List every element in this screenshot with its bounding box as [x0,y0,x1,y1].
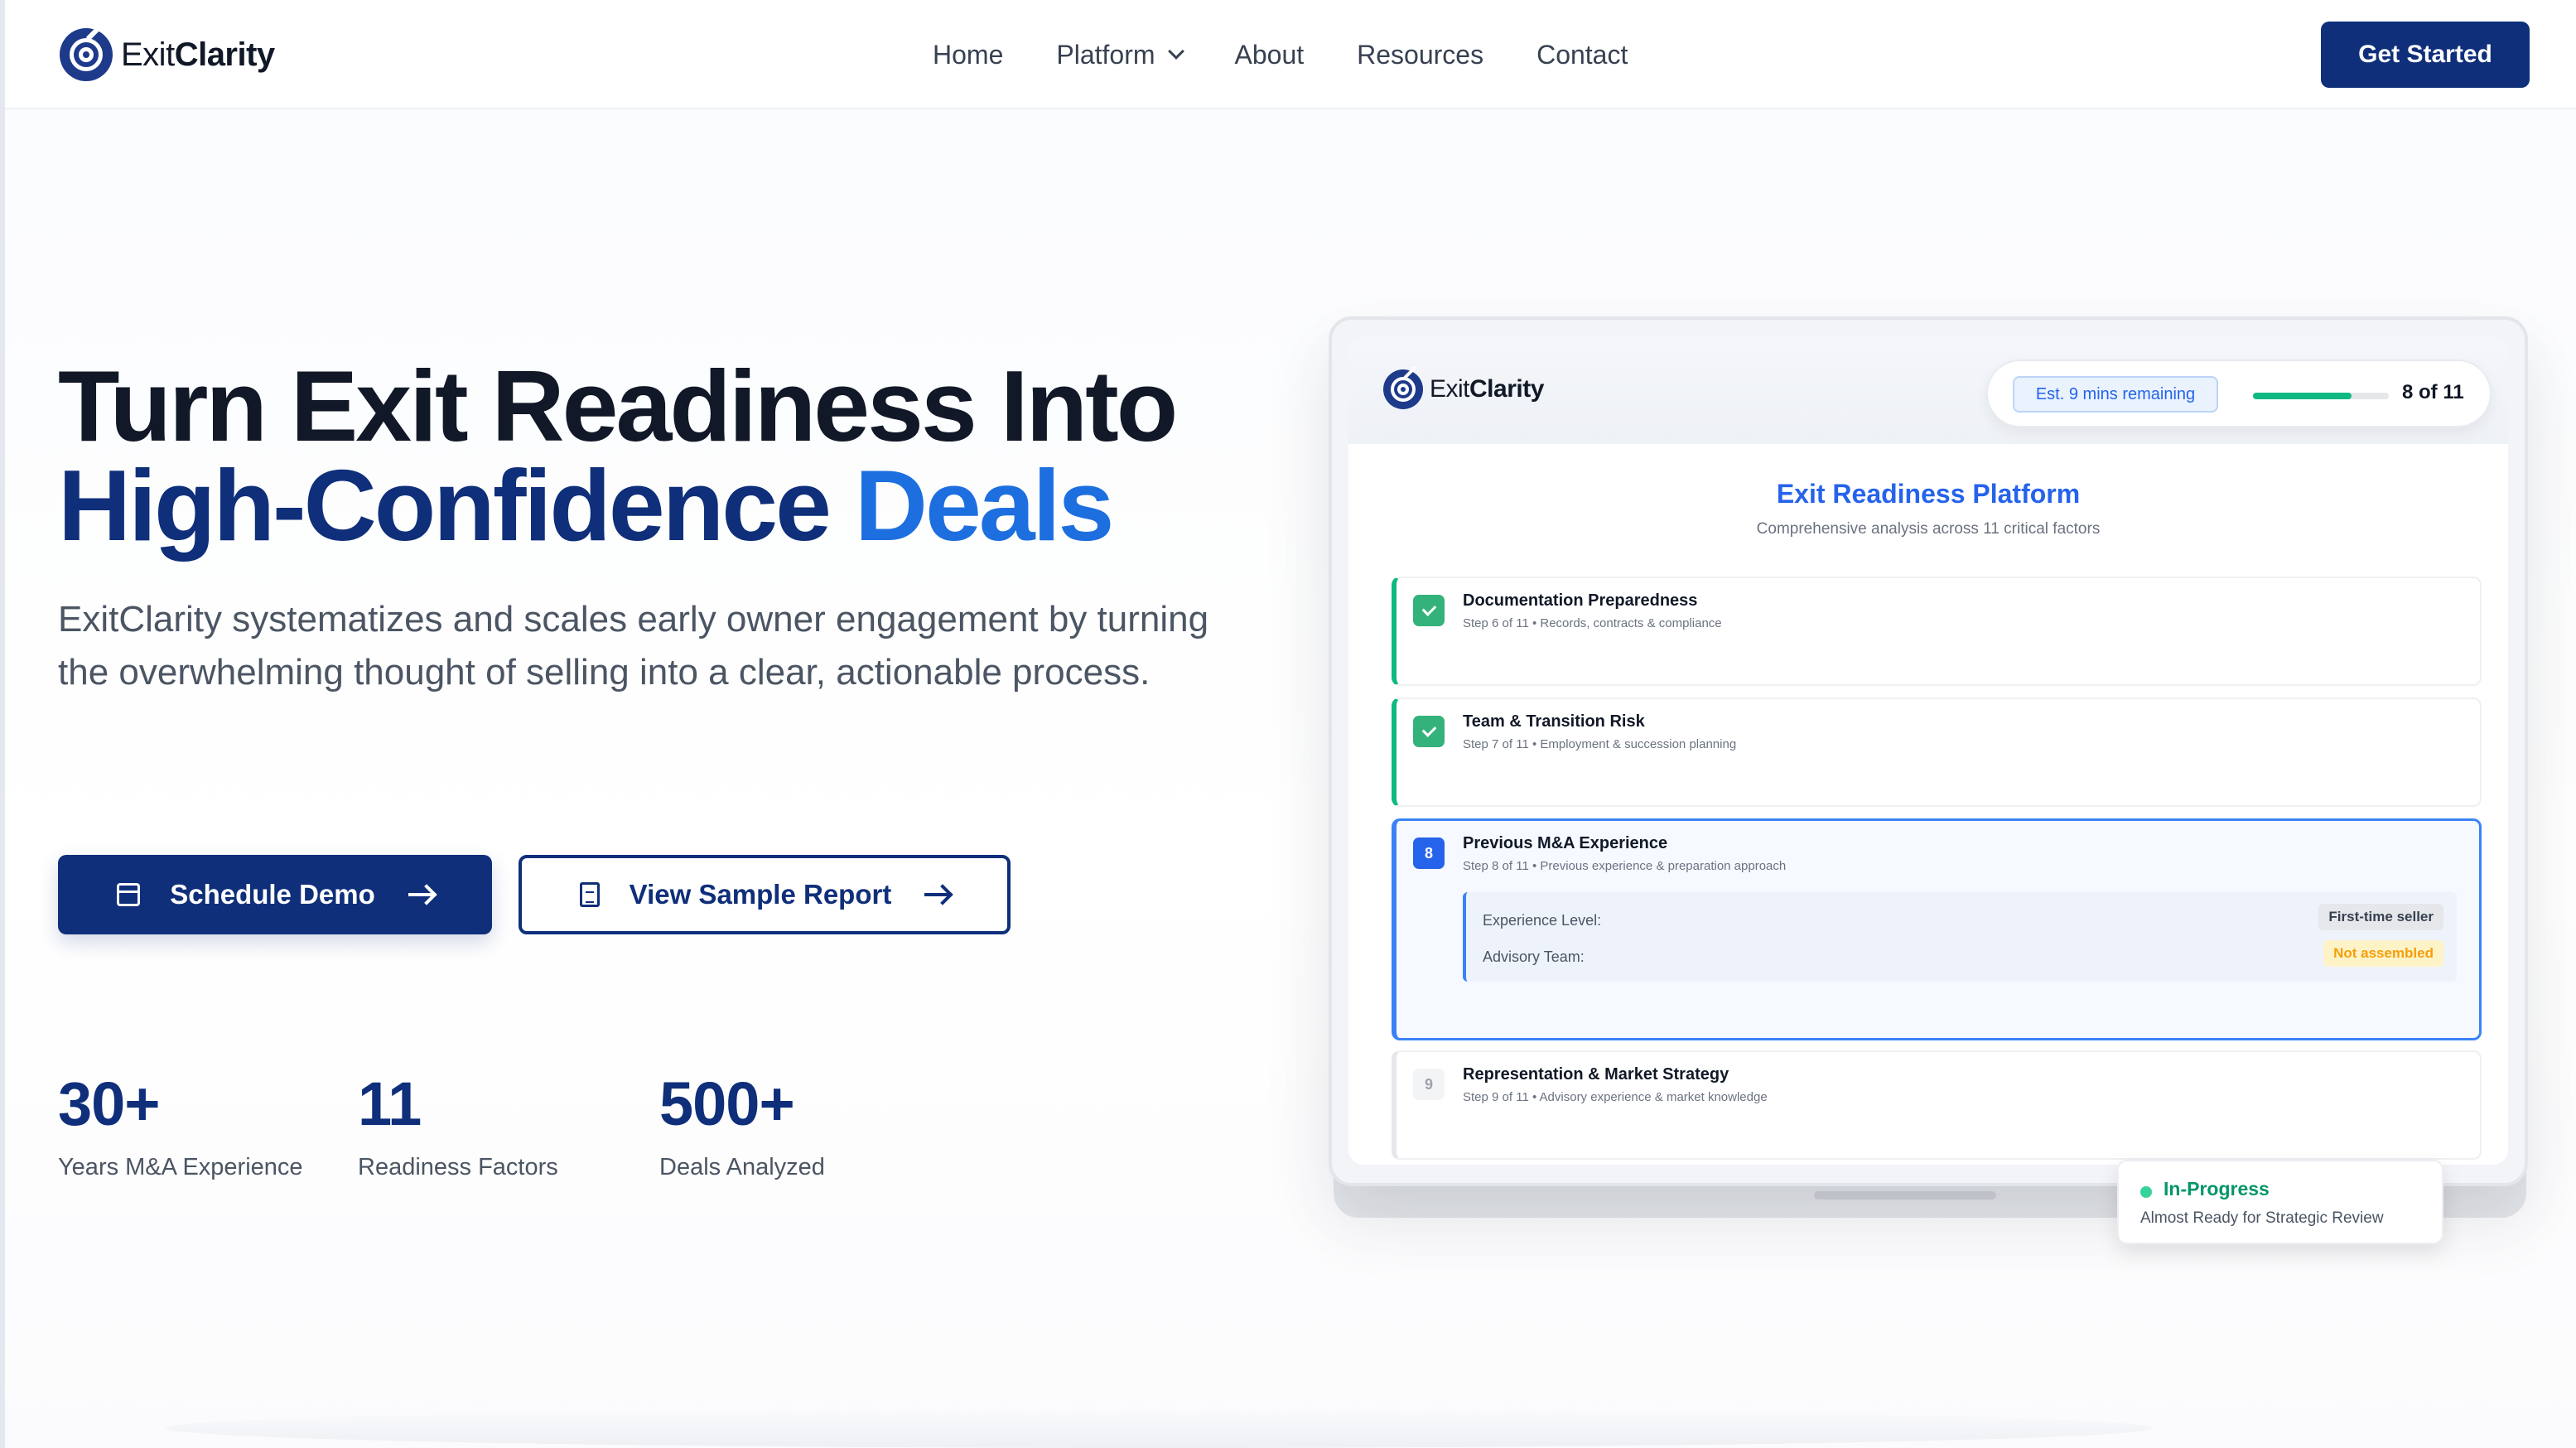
hero-headline-line1: Turn Exit Readiness Into [58,350,1178,462]
laptop-mockup: ExitClarity Est. 9 mins remaining 8 of 1… [1329,316,2528,1186]
detail-label: Advisory Team: [1483,948,1585,965]
detail-warning-badge: Not assembled [2323,940,2443,967]
step-subtitle: Step 7 of 11 • Employment & succession p… [1463,737,1737,751]
step-details: Experience Level: First-time seller Advi… [1463,892,2457,982]
arrow-right-icon [408,893,433,896]
nav-link-home[interactable]: Home [933,40,1003,70]
step-number-badge: 8 [1413,837,1445,869]
view-sample-report-button[interactable]: View Sample Report [519,855,1011,934]
step-card-active[interactable]: 8 Previous M&A Experience Step 8 of 11 •… [1392,818,2482,1040]
status-title: In-Progress [2164,1178,2270,1199]
document-icon [579,882,600,907]
step-count: 8 of 11 [2402,381,2464,403]
stat-label: Readiness Factors [358,1154,558,1180]
stat-deals: 500+ Deals Analyzed [659,1069,825,1181]
progress-bar-fill [2253,393,2352,399]
hero-subtext: ExitClarity systematizes and scales earl… [58,599,1209,693]
step-number-badge: 9 [1413,1069,1445,1100]
detail-label: Experience Level: [1483,912,1602,929]
step-subtitle: Step 8 of 11 • Previous experience & pre… [1463,859,1787,873]
top-navbar: ExitClarity Home Platform About Resource… [5,0,2576,109]
mockup-header: ExitClarity Est. 9 mins remaining 8 of 1… [1348,336,2508,444]
step-title: Previous M&A Experience [1463,834,1668,852]
detail-value-badge: First-time seller [2318,904,2443,930]
nav-link-about[interactable]: About [1235,40,1305,70]
nav-link-resources[interactable]: Resources [1357,40,1483,70]
step-subtitle: Step 6 of 11 • Records, contracts & comp… [1463,616,1722,630]
status-card: In-Progress Almost Ready for Strategic R… [2117,1160,2443,1244]
step-card[interactable]: Team & Transition Risk Step 7 of 11 • Em… [1392,697,2482,807]
step-title: Team & Transition Risk [1463,712,1645,731]
arrow-right-icon [924,893,950,896]
time-remaining-badge: Est. 9 mins remaining [2013,376,2218,413]
mockup-subtitle: Comprehensive analysis across 11 critica… [1756,520,2101,538]
check-icon [1413,595,1445,626]
step-card[interactable]: 9 Representation & Market Strategy Step … [1392,1050,2482,1160]
stat-value: 500+ [659,1069,795,1138]
brand-logo[interactable]: ExitClarity [60,22,275,81]
stat-experience: 30+ Years M&A Experience [58,1069,303,1181]
step-subtitle: Step 9 of 11 • Advisory experience & mar… [1463,1090,1768,1104]
mockup-screen: ExitClarity Est. 9 mins remaining 8 of 1… [1348,336,2508,1165]
brand-name: ExitClarity [121,36,275,73]
mockup-brand: ExitClarity [1383,365,1544,409]
progress-pill: Est. 9 mins remaining 8 of 11 [1986,360,2492,427]
nav-link-platform[interactable]: Platform [1056,40,1184,70]
nav-links: Home Platform About Resources Contact [933,33,1681,76]
status-dot-icon [2140,1186,2152,1198]
stat-value: 11 [358,1069,422,1138]
step-card[interactable]: Documentation Preparedness Step 6 of 11 … [1392,577,2482,686]
stat-value: 30+ [58,1069,161,1138]
stat-factors: 11 Readiness Factors [358,1069,558,1181]
section-divider [166,1408,2154,1448]
schedule-demo-button[interactable]: Schedule Demo [58,855,492,934]
laptop-notch [1814,1191,1996,1199]
get-started-button[interactable]: Get Started [2321,22,2530,88]
status-subtitle: Almost Ready for Strategic Review [2140,1209,2384,1227]
calendar-icon [117,883,141,906]
step-title: Documentation Preparedness [1463,591,1698,610]
target-logo-icon [60,22,113,81]
mockup-title: Exit Readiness Platform [1776,479,2081,509]
mockup-brand-name: ExitClarity [1430,375,1544,403]
hero-headline-line2: High-Confidence Deals [58,449,1114,562]
nav-link-contact[interactable]: Contact [1536,40,1628,70]
chevron-down-icon [1167,43,1184,60]
target-logo-icon [1383,365,1423,409]
progress-bar [2253,393,2389,399]
step-title: Representation & Market Strategy [1463,1065,1729,1084]
stat-label: Deals Analyzed [659,1154,825,1180]
check-icon [1413,716,1445,747]
stat-label: Years M&A Experience [58,1154,303,1180]
